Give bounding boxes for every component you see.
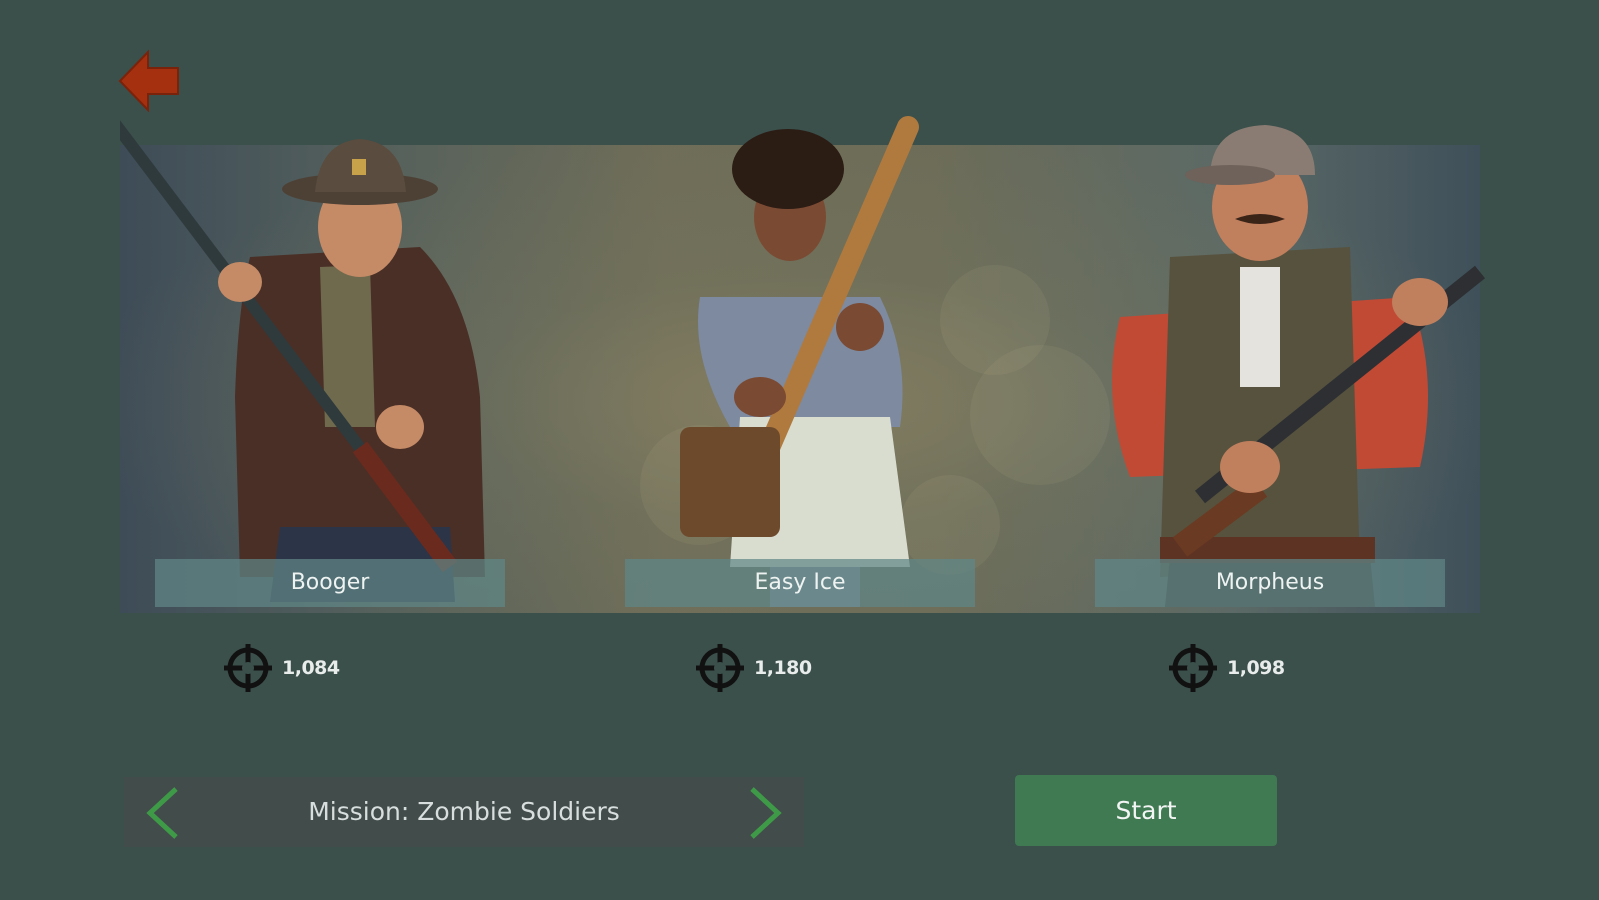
chevron-right-icon	[750, 787, 782, 839]
character-card-booger[interactable]: Booger	[120, 97, 560, 613]
character-card-morpheus[interactable]: Morpheus	[1060, 97, 1500, 613]
start-button[interactable]: Start	[1015, 775, 1277, 846]
character-score: 1,180	[754, 657, 812, 679]
mission-label: Mission: Zombie Soldiers	[308, 797, 620, 826]
prev-mission-button[interactable]	[140, 785, 192, 841]
crosshair-icon	[1169, 644, 1217, 692]
character-portrait-booger	[120, 120, 485, 602]
character-stat-easy-ice: 1,180	[694, 640, 812, 696]
character-stat-booger: 1,084	[222, 640, 340, 696]
character-name-morpheus[interactable]: Morpheus	[1095, 559, 1445, 607]
character-portrait-easy-ice	[680, 116, 919, 607]
crosshair-icon	[224, 644, 272, 692]
squad-select-screen: Booger Easy Ice Morpheus 1,084 1,180 1,0…	[0, 0, 1599, 900]
character-name-booger[interactable]: Booger	[155, 559, 505, 607]
chevron-left-icon	[146, 787, 178, 839]
character-name-easy-ice[interactable]: Easy Ice	[625, 559, 975, 607]
next-mission-button[interactable]	[736, 785, 788, 841]
character-portrait-morpheus	[1112, 125, 1486, 607]
mission-selector: Mission: Zombie Soldiers	[124, 777, 804, 847]
character-panel: Booger Easy Ice Morpheus	[120, 116, 1486, 613]
character-score: 1,084	[282, 657, 340, 679]
character-card-easy-ice[interactable]: Easy Ice	[590, 97, 1030, 613]
character-score: 1,098	[1227, 657, 1285, 679]
crosshair-icon	[696, 644, 744, 692]
character-stat-morpheus: 1,098	[1167, 640, 1285, 696]
